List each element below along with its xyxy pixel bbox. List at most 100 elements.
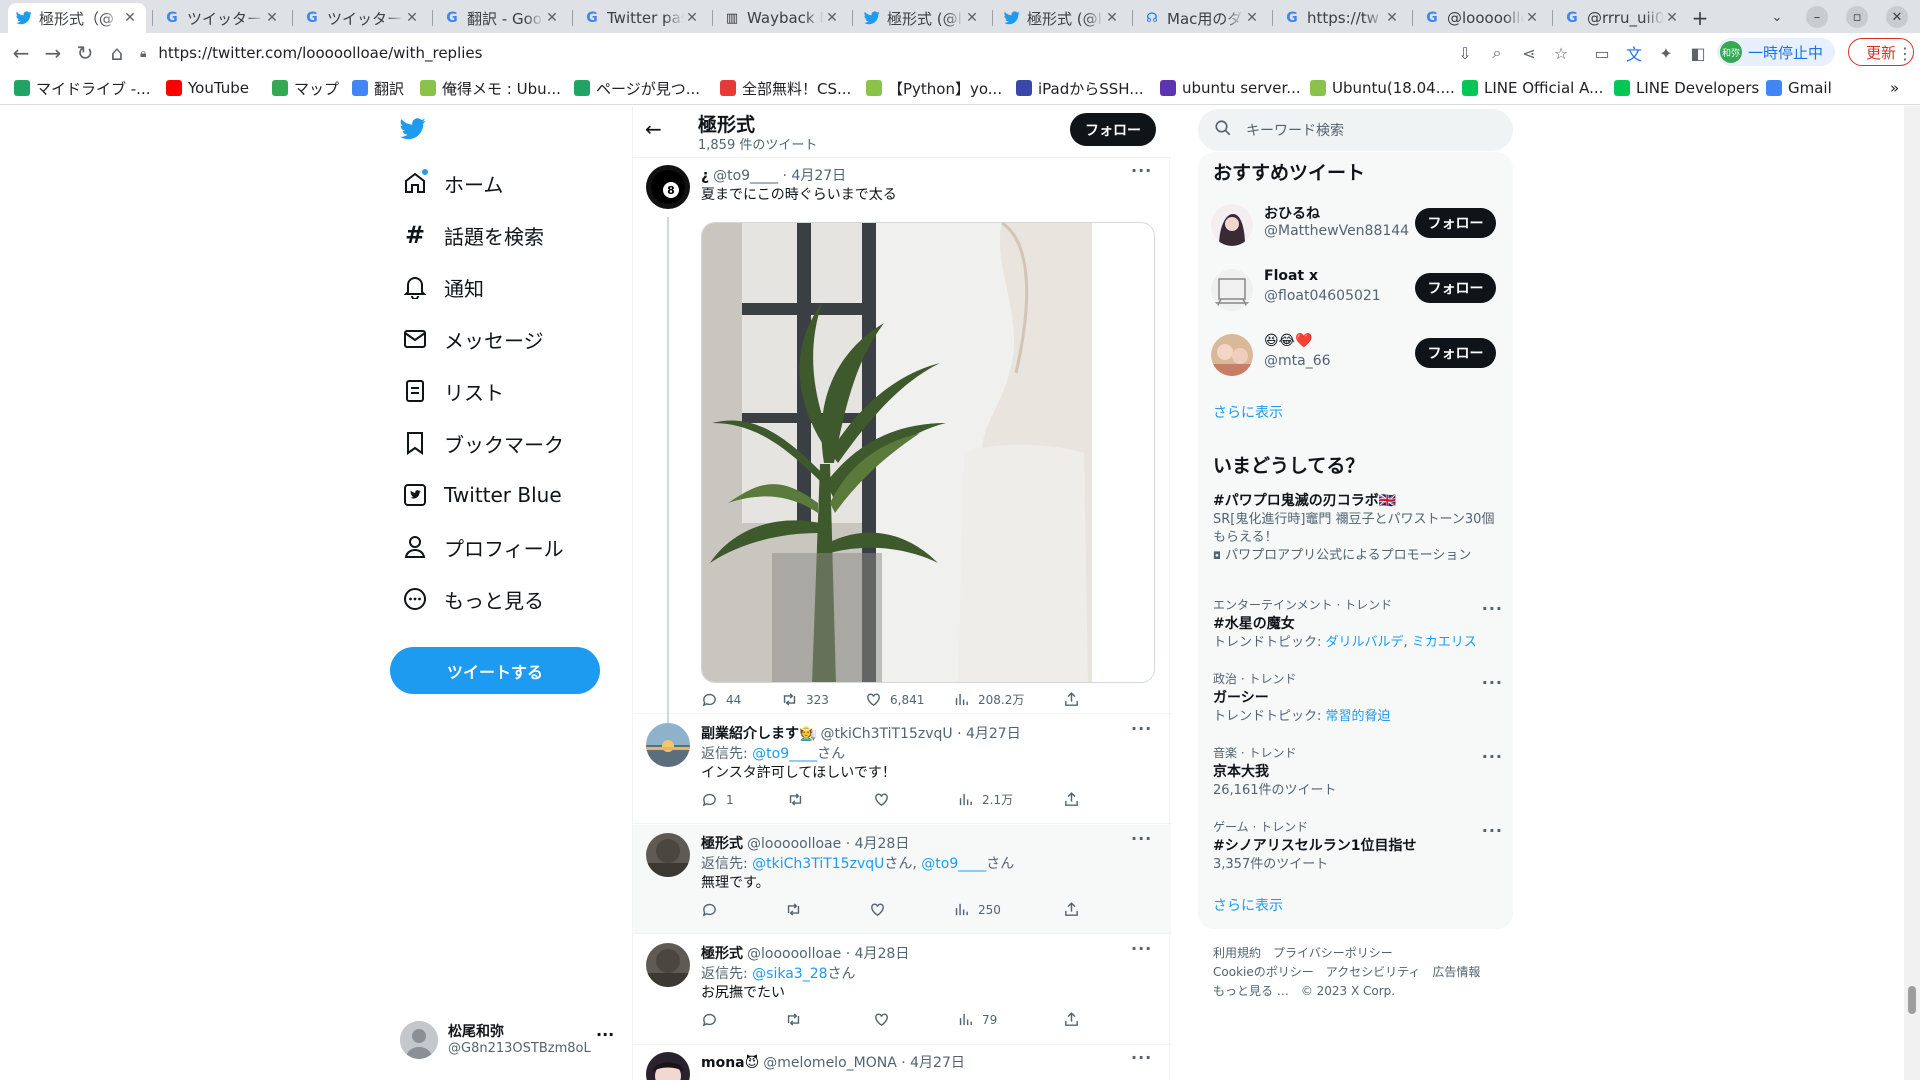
new-tab-button[interactable]: + (1688, 3, 1712, 33)
nav-home[interactable]: ホーム (400, 161, 503, 205)
browser-tab[interactable]: G ツイッター ✕ (156, 3, 288, 33)
footer-link[interactable]: Cookieのポリシー (1213, 965, 1314, 979)
timestamp[interactable]: · 4月28日 (846, 836, 910, 852)
timestamp[interactable]: · 4月27日 (957, 726, 1021, 742)
retweet-button[interactable] (785, 1011, 810, 1028)
nav-notifications[interactable]: 通知 (400, 265, 484, 309)
nav-explore[interactable]: # 話題を検索 (400, 213, 544, 257)
display-name[interactable]: 副業紹介します🧑‍🌾 (701, 726, 816, 742)
browser-tab[interactable]: ☊ Mac用のダ ✕ (1136, 3, 1268, 33)
more-icon[interactable]: ··· (1131, 829, 1152, 848)
share-button[interactable] (1063, 691, 1088, 708)
more-icon[interactable]: ··· (1131, 719, 1152, 738)
reply-button[interactable]: 1 (701, 791, 734, 808)
follow-button[interactable]: フォロー (1070, 113, 1156, 146)
back-icon[interactable]: ← (8, 40, 34, 66)
display-name[interactable]: 極形式 (701, 946, 743, 962)
tab-search-icon[interactable]: ⌄ (1766, 6, 1788, 28)
handle[interactable]: @tkiCh3TiT15zvqU (820, 726, 952, 742)
mention-link[interactable]: @sika3_28 (752, 966, 827, 982)
show-more-link[interactable]: さらに表示 (1213, 895, 1283, 915)
follow-button[interactable]: フォロー (1415, 273, 1496, 303)
handle[interactable]: @looooolloae (747, 836, 841, 852)
menu-icon[interactable]: ⋮ (1895, 41, 1915, 65)
profile-paused-button[interactable]: 和弥 一時停止中 (1717, 38, 1835, 66)
bookmark-item[interactable]: 翻訳 (352, 77, 404, 99)
display-name[interactable]: mona😈 (701, 1055, 759, 1071)
home-button-icon[interactable]: ⌂ (104, 40, 130, 66)
avatar[interactable] (646, 833, 690, 877)
bookmark-item[interactable]: Ubuntu(18.04.... (1310, 77, 1455, 99)
mention-link[interactable]: @to9____ (752, 746, 817, 762)
footer-link[interactable]: 利用規約 (1213, 946, 1261, 960)
close-tab-icon[interactable]: ✕ (122, 10, 138, 26)
close-tab-icon[interactable]: ✕ (1244, 10, 1260, 26)
like-button[interactable]: 6,841 (865, 691, 924, 708)
browser-tab[interactable]: G 翻訳 - Goo ✕ (436, 3, 568, 33)
page-scrollbar[interactable] (1904, 106, 1920, 1080)
nav-bookmarks[interactable]: ブックマーク (400, 421, 564, 465)
bookmark-item[interactable]: マイドライブ -... (14, 77, 151, 99)
trend-link[interactable]: ダリルバルデ (1326, 635, 1404, 650)
more-icon[interactable]: ··· (1482, 821, 1503, 840)
trend-item[interactable]: 政治 · トレンド ガーシー トレンドトピック: 常習的脅迫 ··· (1213, 670, 1503, 726)
bookmark-item[interactable]: iPadからSSH... (1016, 77, 1144, 99)
bookmark-item[interactable]: 【Python】yo... (866, 77, 1002, 99)
more-icon[interactable]: ··· (1131, 939, 1152, 958)
more-icon[interactable]: ··· (1131, 161, 1152, 180)
tweet[interactable]: mona😈 @melomelo_MONA · 4月27日 ··· (633, 1046, 1171, 1080)
search-input[interactable]: キーワード検索 (1198, 109, 1513, 151)
nav-more[interactable]: もっと見る (400, 577, 544, 621)
display-name[interactable]: ¿ (701, 168, 709, 184)
nav-profile[interactable]: プロフィール (400, 525, 564, 569)
star-icon[interactable]: ☆ (1549, 41, 1573, 65)
bookmark-item[interactable]: Gmail (1766, 77, 1832, 99)
scrollbar-thumb[interactable] (1908, 986, 1916, 1014)
close-tab-icon[interactable]: ✕ (544, 10, 560, 26)
views-button[interactable]: 250 (953, 901, 1001, 918)
side-panel-icon[interactable]: ◧ (1686, 41, 1710, 65)
handle[interactable]: @looooolloae (747, 946, 841, 962)
like-button[interactable] (873, 1011, 898, 1028)
recommended-user[interactable]: おひるね @MatthewVen88144 フォロー (1211, 200, 1503, 250)
more-bookmarks-icon[interactable]: » (1890, 77, 1899, 99)
tweet[interactable]: 8 ¿@to9____ · 4月27日 ··· 夏までにこの時ぐらいまで太る (633, 159, 1171, 717)
bookmark-item[interactable]: ページが見つ... (574, 77, 700, 99)
install-app-icon[interactable]: ⇩ (1453, 41, 1477, 65)
close-tab-icon[interactable]: ✕ (824, 10, 840, 26)
views-button[interactable]: 79 (957, 1011, 997, 1028)
share-icon[interactable]: ⋖ (1517, 41, 1541, 65)
recommended-user[interactable]: 😆😂❤️ @mta_66 フォロー (1211, 330, 1503, 380)
handle[interactable]: @to9____ (713, 168, 778, 184)
follow-button[interactable]: フォロー (1415, 338, 1496, 368)
handle[interactable]: @melomelo_MONA (763, 1055, 897, 1071)
browser-tab[interactable]: G Twitter pas ✕ (576, 3, 708, 33)
bookmark-item[interactable]: マップ (272, 77, 339, 99)
avatar[interactable] (646, 943, 690, 987)
browser-tab[interactable]: G @looooolloa✕ (1416, 3, 1548, 33)
trend-item[interactable]: 音楽 · トレンド 京本大我 26,161件のツイート ··· (1213, 744, 1503, 800)
tweet[interactable]: 極形式 @looooolloae · 4月28日 ··· 返信先: @sika3_… (633, 935, 1171, 1045)
tweet-button[interactable]: ツイートする (390, 647, 600, 694)
close-tab-icon[interactable]: ✕ (404, 10, 420, 26)
browser-tab[interactable]: ▥ Wayback M ✕ (716, 3, 848, 33)
close-window-icon[interactable]: ✕ (1886, 6, 1908, 28)
retweet-button[interactable]: 323 (781, 691, 829, 708)
trend-item[interactable]: ゲーム · トレンド #シノアリスセルラン1位目指せ 3,357件のツイート ·… (1213, 818, 1503, 874)
display-name[interactable]: 極形式 (701, 836, 743, 852)
trend-link[interactable]: ミカエリス (1412, 635, 1477, 650)
nav-twitter-blue[interactable]: Twitter Blue (400, 473, 562, 517)
views-button[interactable]: 2.1万 (957, 791, 1013, 808)
share-button[interactable] (1063, 791, 1088, 808)
like-button[interactable] (873, 791, 898, 808)
close-tab-icon[interactable]: ✕ (264, 10, 280, 26)
browser-tab[interactable]: 極形式 (@l ✕ (856, 3, 988, 33)
share-button[interactable] (1063, 1011, 1088, 1028)
close-tab-icon[interactable]: ✕ (684, 10, 700, 26)
retweet-button[interactable] (785, 901, 810, 918)
mention-link[interactable]: @tkiCh3TiT15zvqU (752, 856, 884, 872)
minimize-icon[interactable]: – (1806, 6, 1828, 28)
tweet[interactable]: 極形式 @looooolloae · 4月28日 ··· 返信先: @tkiCh3… (633, 825, 1171, 934)
bookmark-item[interactable]: YouTube (166, 77, 249, 99)
like-button[interactable] (869, 901, 894, 918)
